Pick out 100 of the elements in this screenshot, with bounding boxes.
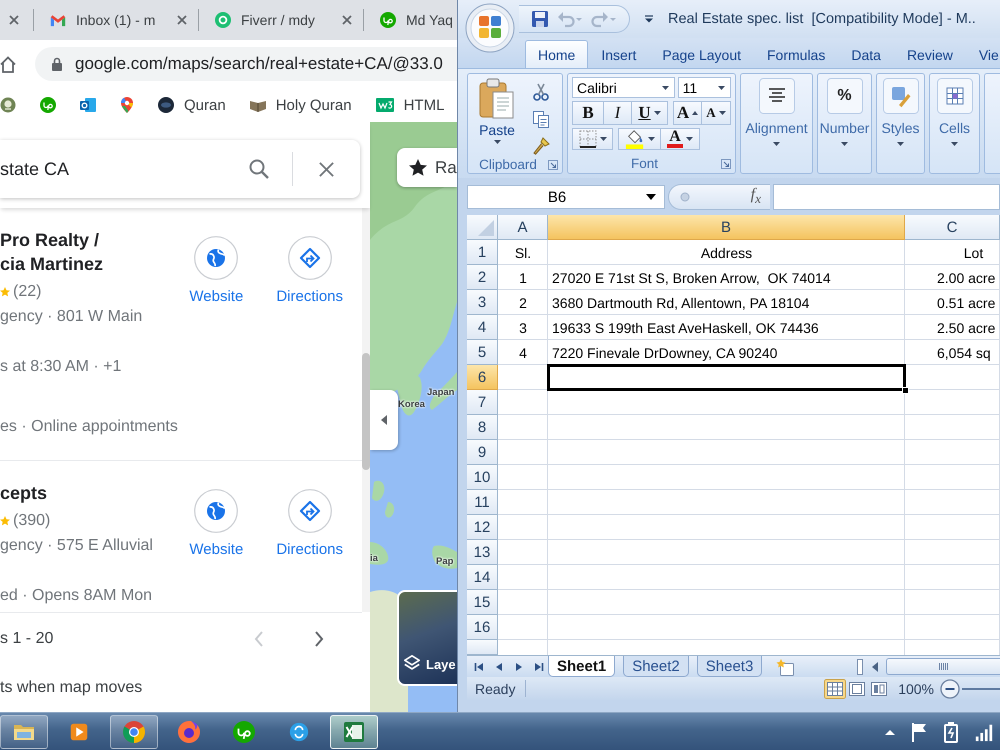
browser-tab[interactable]: Md Yaq <box>364 0 457 40</box>
borders-button[interactable] <box>572 128 613 150</box>
first-sheet-icon[interactable] <box>474 662 484 672</box>
font-color-button[interactable]: A <box>660 128 700 150</box>
result-name[interactable]: cepts <box>0 481 48 505</box>
sheet-tab[interactable]: Sheet1 <box>548 656 616 677</box>
cells-button[interactable]: Cells <box>929 73 980 174</box>
emblem-icon[interactable] <box>0 97 16 113</box>
row-header[interactable]: 7 <box>467 390 498 415</box>
scrollbar-thumb[interactable] <box>362 353 370 470</box>
close-icon[interactable] <box>8 14 20 26</box>
ribbon-tab[interactable]: Vie <box>966 40 1000 68</box>
browser-tab[interactable]: Inbox (1) - m <box>34 0 198 40</box>
zoom-level[interactable]: 100% <box>898 680 934 696</box>
dialog-launcher-icon[interactable] <box>548 160 558 170</box>
ribbon-tab[interactable]: Page Layout <box>649 40 754 68</box>
scissors-icon[interactable] <box>532 83 550 101</box>
bold-button[interactable]: B <box>572 101 604 125</box>
row-header[interactable]: 3 <box>467 290 498 315</box>
search-icon[interactable] <box>248 158 270 180</box>
directions-button[interactable]: Directions <box>276 489 343 558</box>
scrollbar-thumb[interactable] <box>886 658 1000 675</box>
save-icon[interactable] <box>531 10 549 28</box>
row-header[interactable]: 12 <box>467 515 498 540</box>
address-field[interactable]: google.com/maps/search/real+estate+CA/@33.0 <box>35 47 457 81</box>
last-sheet-icon[interactable] <box>534 662 544 672</box>
ribbon-tab[interactable]: Insert <box>588 40 650 68</box>
column-header[interactable]: A <box>498 215 548 240</box>
lock-icon[interactable] <box>51 57 63 71</box>
paintbrush-icon[interactable] <box>532 137 550 155</box>
styles-button[interactable]: Styles <box>876 73 925 174</box>
row-header[interactable]: 16 <box>467 615 498 640</box>
customize-toolbar-icon[interactable] <box>644 14 654 24</box>
column-header[interactable]: B <box>548 215 905 240</box>
flag-icon[interactable] <box>910 722 928 742</box>
fill-handle[interactable] <box>902 387 909 394</box>
taskbar-button[interactable] <box>110 714 158 748</box>
ribbon-tab[interactable]: Home <box>525 40 588 68</box>
row-header[interactable]: 4 <box>467 315 498 340</box>
row-header[interactable]: 15 <box>467 590 498 615</box>
insert-function-button[interactable]: f$_{x}$ <box>668 184 770 210</box>
split-handle[interactable] <box>857 658 863 674</box>
signal-bars-icon[interactable] <box>974 722 994 742</box>
website-button[interactable]: Website <box>189 489 244 558</box>
italic-button[interactable]: I <box>603 101 632 125</box>
grow-font-button[interactable]: A <box>673 101 702 125</box>
ribbon-tab[interactable]: Data <box>838 40 894 68</box>
row-header[interactable]: 5 <box>467 340 498 365</box>
scroll-left-icon[interactable] <box>871 660 879 672</box>
website-button[interactable]: Website <box>189 236 244 305</box>
dialog-launcher-icon[interactable] <box>720 158 731 168</box>
number-button[interactable]: % Number <box>817 73 872 174</box>
update-option-label[interactable]: ts when map moves <box>0 679 142 697</box>
fill-color-button[interactable] <box>618 128 661 150</box>
row-header[interactable]: 10 <box>467 465 498 490</box>
ribbon-tab[interactable]: Formulas <box>754 40 838 68</box>
directions-button[interactable]: Directions <box>276 236 343 305</box>
battery-icon[interactable] <box>942 720 960 742</box>
circle-logo-icon[interactable] <box>40 97 56 113</box>
row-header[interactable]: 13 <box>467 540 498 565</box>
close-icon[interactable] <box>341 14 353 26</box>
shrink-font-button[interactable]: A <box>701 101 731 125</box>
home-icon[interactable] <box>0 56 16 72</box>
taskbar-button[interactable] <box>0 714 48 748</box>
result-name[interactable]: Pro Realty / cia Martinez <box>0 228 104 276</box>
chevron-right-icon[interactable] <box>314 630 324 646</box>
previous-sheet-icon[interactable] <box>494 662 504 672</box>
insert-sheet-icon[interactable] <box>776 658 796 676</box>
bookmark[interactable]: HTML <box>376 96 444 114</box>
font-size-dropdown[interactable]: 11 <box>678 77 731 98</box>
sheet-tab[interactable]: Sheet2 <box>623 656 689 677</box>
bookmark[interactable]: Quran <box>158 96 226 114</box>
alignment-button[interactable]: Alignment <box>740 73 813 174</box>
browser-tab[interactable]: Fiverr / mdy <box>199 0 363 40</box>
column-header[interactable]: C <box>905 215 1000 240</box>
sheet-tab[interactable]: Sheet3 <box>696 656 762 677</box>
normal-view-icon[interactable] <box>824 678 846 698</box>
row-header[interactable]: 8 <box>467 415 498 440</box>
tile-logo-icon[interactable] <box>80 97 96 113</box>
next-sheet-icon[interactable] <box>514 662 524 672</box>
name-box[interactable]: B6 <box>467 185 665 209</box>
formula-field[interactable] <box>773 184 1000 210</box>
copy-icon[interactable] <box>532 110 550 128</box>
row-header[interactable]: 9 <box>467 440 498 465</box>
layers-button[interactable]: Laye <box>397 590 457 686</box>
underline-button[interactable]: U <box>631 101 668 125</box>
row-header[interactable]: 11 <box>467 490 498 515</box>
zoom-out-icon[interactable] <box>940 678 960 698</box>
row-header[interactable]: 6 <box>467 365 498 390</box>
caret-up-icon[interactable] <box>884 728 896 736</box>
paste-button[interactable]: Paste <box>472 77 522 155</box>
close-icon[interactable] <box>176 14 188 26</box>
taskbar-button[interactable] <box>330 714 378 748</box>
ribbon-tab[interactable]: Review <box>894 40 966 68</box>
collapse-panel-button[interactable] <box>370 390 398 450</box>
close-icon[interactable] <box>318 160 335 178</box>
font-name-dropdown[interactable]: Calibri <box>572 77 675 98</box>
map-pin-icon[interactable] <box>120 97 134 113</box>
row-header[interactable]: 2 <box>467 265 498 290</box>
row-header[interactable]: 14 <box>467 565 498 590</box>
